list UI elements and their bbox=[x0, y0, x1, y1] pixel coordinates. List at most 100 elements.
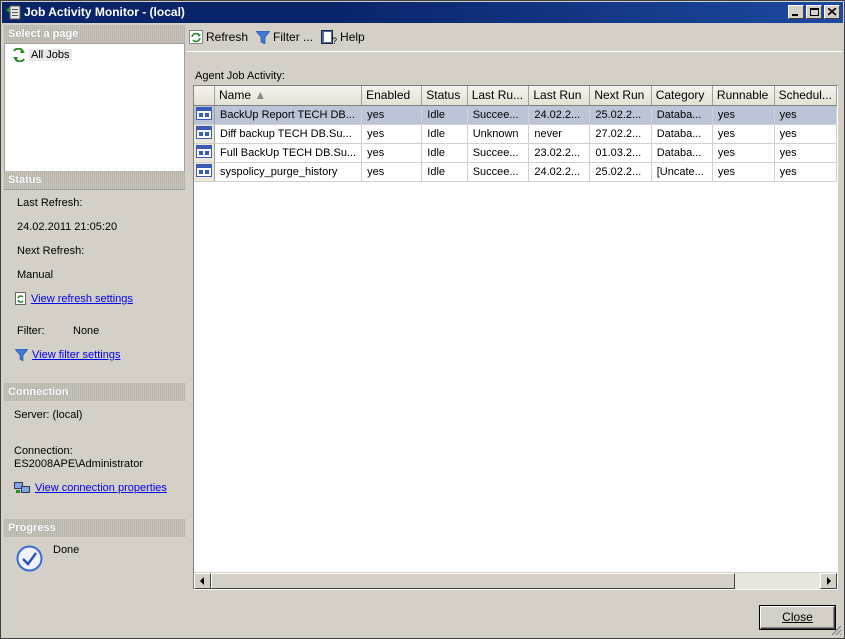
header-row: Name ▲ Enabled Status Last Ru... Last Ru… bbox=[194, 86, 837, 106]
table-cell: Succee... bbox=[467, 162, 530, 182]
table-cell: yes bbox=[774, 162, 837, 182]
view-refresh-settings-link[interactable]: View refresh settings bbox=[31, 293, 133, 305]
table-cell: Databa... bbox=[651, 143, 713, 163]
horizontal-scrollbar[interactable] bbox=[194, 572, 837, 589]
window-title: Job Activity Monitor - (local) bbox=[24, 5, 185, 19]
table-row[interactable]: Diff backup TECH DB.Su... yes Idle Unkno… bbox=[194, 124, 837, 144]
column-header[interactable]: Enabled bbox=[361, 86, 423, 106]
table-cell: yes bbox=[712, 105, 775, 125]
app-icon bbox=[6, 5, 21, 20]
job-icon bbox=[196, 144, 212, 158]
status-section: Last Refresh: 24.02.2011 21:05:20 Next R… bbox=[4, 189, 185, 389]
close-button-label: Close bbox=[782, 610, 813, 624]
table-cell: yes bbox=[361, 143, 423, 163]
connection-properties-icon bbox=[14, 482, 30, 493]
next-refresh-label: Next Refresh: bbox=[17, 245, 85, 257]
resize-grip-icon[interactable] bbox=[830, 624, 842, 636]
refresh-label: Refresh bbox=[206, 30, 249, 44]
filter-icon bbox=[15, 349, 28, 361]
close-window-button[interactable] bbox=[824, 5, 840, 19]
refresh-page-icon bbox=[13, 48, 25, 62]
table-cell: yes bbox=[361, 162, 423, 182]
table-cell: Succee... bbox=[467, 143, 530, 163]
help-label: Help bbox=[340, 30, 365, 44]
column-header[interactable]: Schedul... bbox=[774, 86, 837, 106]
scroll-right-button[interactable] bbox=[820, 573, 837, 589]
table-cell: 24.02.2... bbox=[528, 105, 591, 125]
table-cell: Idle bbox=[421, 162, 468, 182]
close-button[interactable]: Close bbox=[760, 606, 835, 629]
filter-button[interactable]: Filter ... bbox=[256, 30, 313, 44]
job-icon-cell bbox=[194, 162, 215, 182]
maximize-icon bbox=[810, 8, 819, 16]
scrollbar-thumb[interactable] bbox=[211, 573, 735, 589]
column-header[interactable]: Next Run bbox=[589, 86, 652, 106]
title-bar[interactable]: Job Activity Monitor - (local) bbox=[2, 2, 843, 23]
job-icon-cell bbox=[194, 124, 215, 144]
progress-section: Done bbox=[4, 537, 185, 596]
svg-text:?: ? bbox=[332, 36, 337, 45]
table-cell: 01.03.2... bbox=[589, 143, 652, 163]
connection-value: ES2008APE\Administrator bbox=[14, 458, 144, 470]
close-icon bbox=[828, 8, 837, 16]
connection-label: Connection: bbox=[14, 445, 73, 457]
table-cell: Diff backup TECH DB.Su... bbox=[214, 124, 363, 144]
table-cell: Idle bbox=[421, 124, 468, 144]
table-cell: yes bbox=[712, 162, 775, 182]
table-cell: Databa... bbox=[651, 124, 713, 144]
table-row[interactable]: syspolicy_purge_history yes Idle Succee.… bbox=[194, 162, 837, 182]
column-header[interactable]: Category bbox=[651, 86, 713, 106]
job-icon-cell bbox=[194, 105, 215, 125]
filter-label: Filter: bbox=[17, 325, 45, 337]
job-grid[interactable]: Name ▲ Enabled Status Last Ru... Last Ru… bbox=[193, 85, 838, 590]
table-cell: 27.02.2... bbox=[589, 124, 652, 144]
table-cell: Unknown bbox=[467, 124, 530, 144]
header-icon-cell bbox=[194, 86, 215, 106]
table-row[interactable]: BackUp Report TECH DB... yes Idle Succee… bbox=[194, 105, 837, 125]
connection-header: Connection bbox=[4, 383, 185, 401]
arrow-left-icon bbox=[200, 577, 204, 585]
table-cell: never bbox=[528, 124, 591, 144]
last-refresh-value: 24.02.2011 21:05:20 bbox=[17, 221, 118, 233]
select-page-header: Select a page bbox=[4, 25, 185, 43]
maximize-button[interactable] bbox=[806, 5, 822, 19]
scroll-left-button[interactable] bbox=[194, 573, 211, 589]
toolbar: Refresh Filter ... ? Help bbox=[187, 25, 842, 49]
arrow-right-icon bbox=[827, 577, 831, 585]
column-header[interactable]: Last Run bbox=[528, 86, 591, 106]
minimize-button[interactable] bbox=[788, 5, 804, 19]
table-cell: yes bbox=[712, 143, 775, 163]
table-cell: 23.02.2... bbox=[528, 143, 591, 163]
table-cell: BackUp Report TECH DB... bbox=[214, 105, 363, 125]
help-button[interactable]: ? Help bbox=[321, 29, 365, 45]
filter-label: Filter ... bbox=[273, 30, 314, 44]
page-item-all-jobs[interactable]: All Jobs bbox=[11, 48, 72, 62]
refresh-settings-icon bbox=[15, 292, 26, 305]
column-header[interactable]: Last Ru... bbox=[467, 86, 530, 106]
minimize-icon bbox=[792, 14, 798, 16]
refresh-icon bbox=[189, 30, 203, 44]
view-connection-properties-link[interactable]: View connection properties bbox=[35, 482, 167, 494]
refresh-button[interactable]: Refresh bbox=[189, 30, 248, 44]
table-cell: 25.02.2... bbox=[589, 162, 652, 182]
table-cell: Idle bbox=[421, 143, 468, 163]
table-row[interactable]: Full BackUp TECH DB.Su... yes Idle Succe… bbox=[194, 143, 837, 163]
help-icon: ? bbox=[321, 29, 337, 45]
view-filter-settings-link[interactable]: View filter settings bbox=[32, 349, 120, 361]
table-cell: Full BackUp TECH DB.Su... bbox=[214, 143, 363, 163]
column-header[interactable]: Status bbox=[421, 86, 468, 106]
page-item-label: All Jobs bbox=[29, 49, 72, 61]
job-activity-monitor-window: Job Activity Monitor - (local) Select a … bbox=[0, 0, 845, 639]
column-header[interactable]: Runnable bbox=[712, 86, 775, 106]
server-text: Server: (local) bbox=[14, 409, 83, 421]
job-table: Name ▲ Enabled Status Last Ru... Last Ru… bbox=[194, 86, 837, 182]
table-cell: yes bbox=[774, 105, 837, 125]
table-cell: yes bbox=[361, 105, 423, 125]
progress-status: Done bbox=[53, 544, 80, 556]
column-header[interactable]: Name ▲ bbox=[214, 86, 363, 106]
table-cell: Succee... bbox=[467, 105, 530, 125]
table-cell: Databa... bbox=[651, 105, 713, 125]
done-check-icon bbox=[16, 545, 43, 572]
table-cell: 25.02.2... bbox=[589, 105, 652, 125]
main-panel: Agent Job Activity: Name ▲ Enabled Statu… bbox=[187, 51, 842, 596]
